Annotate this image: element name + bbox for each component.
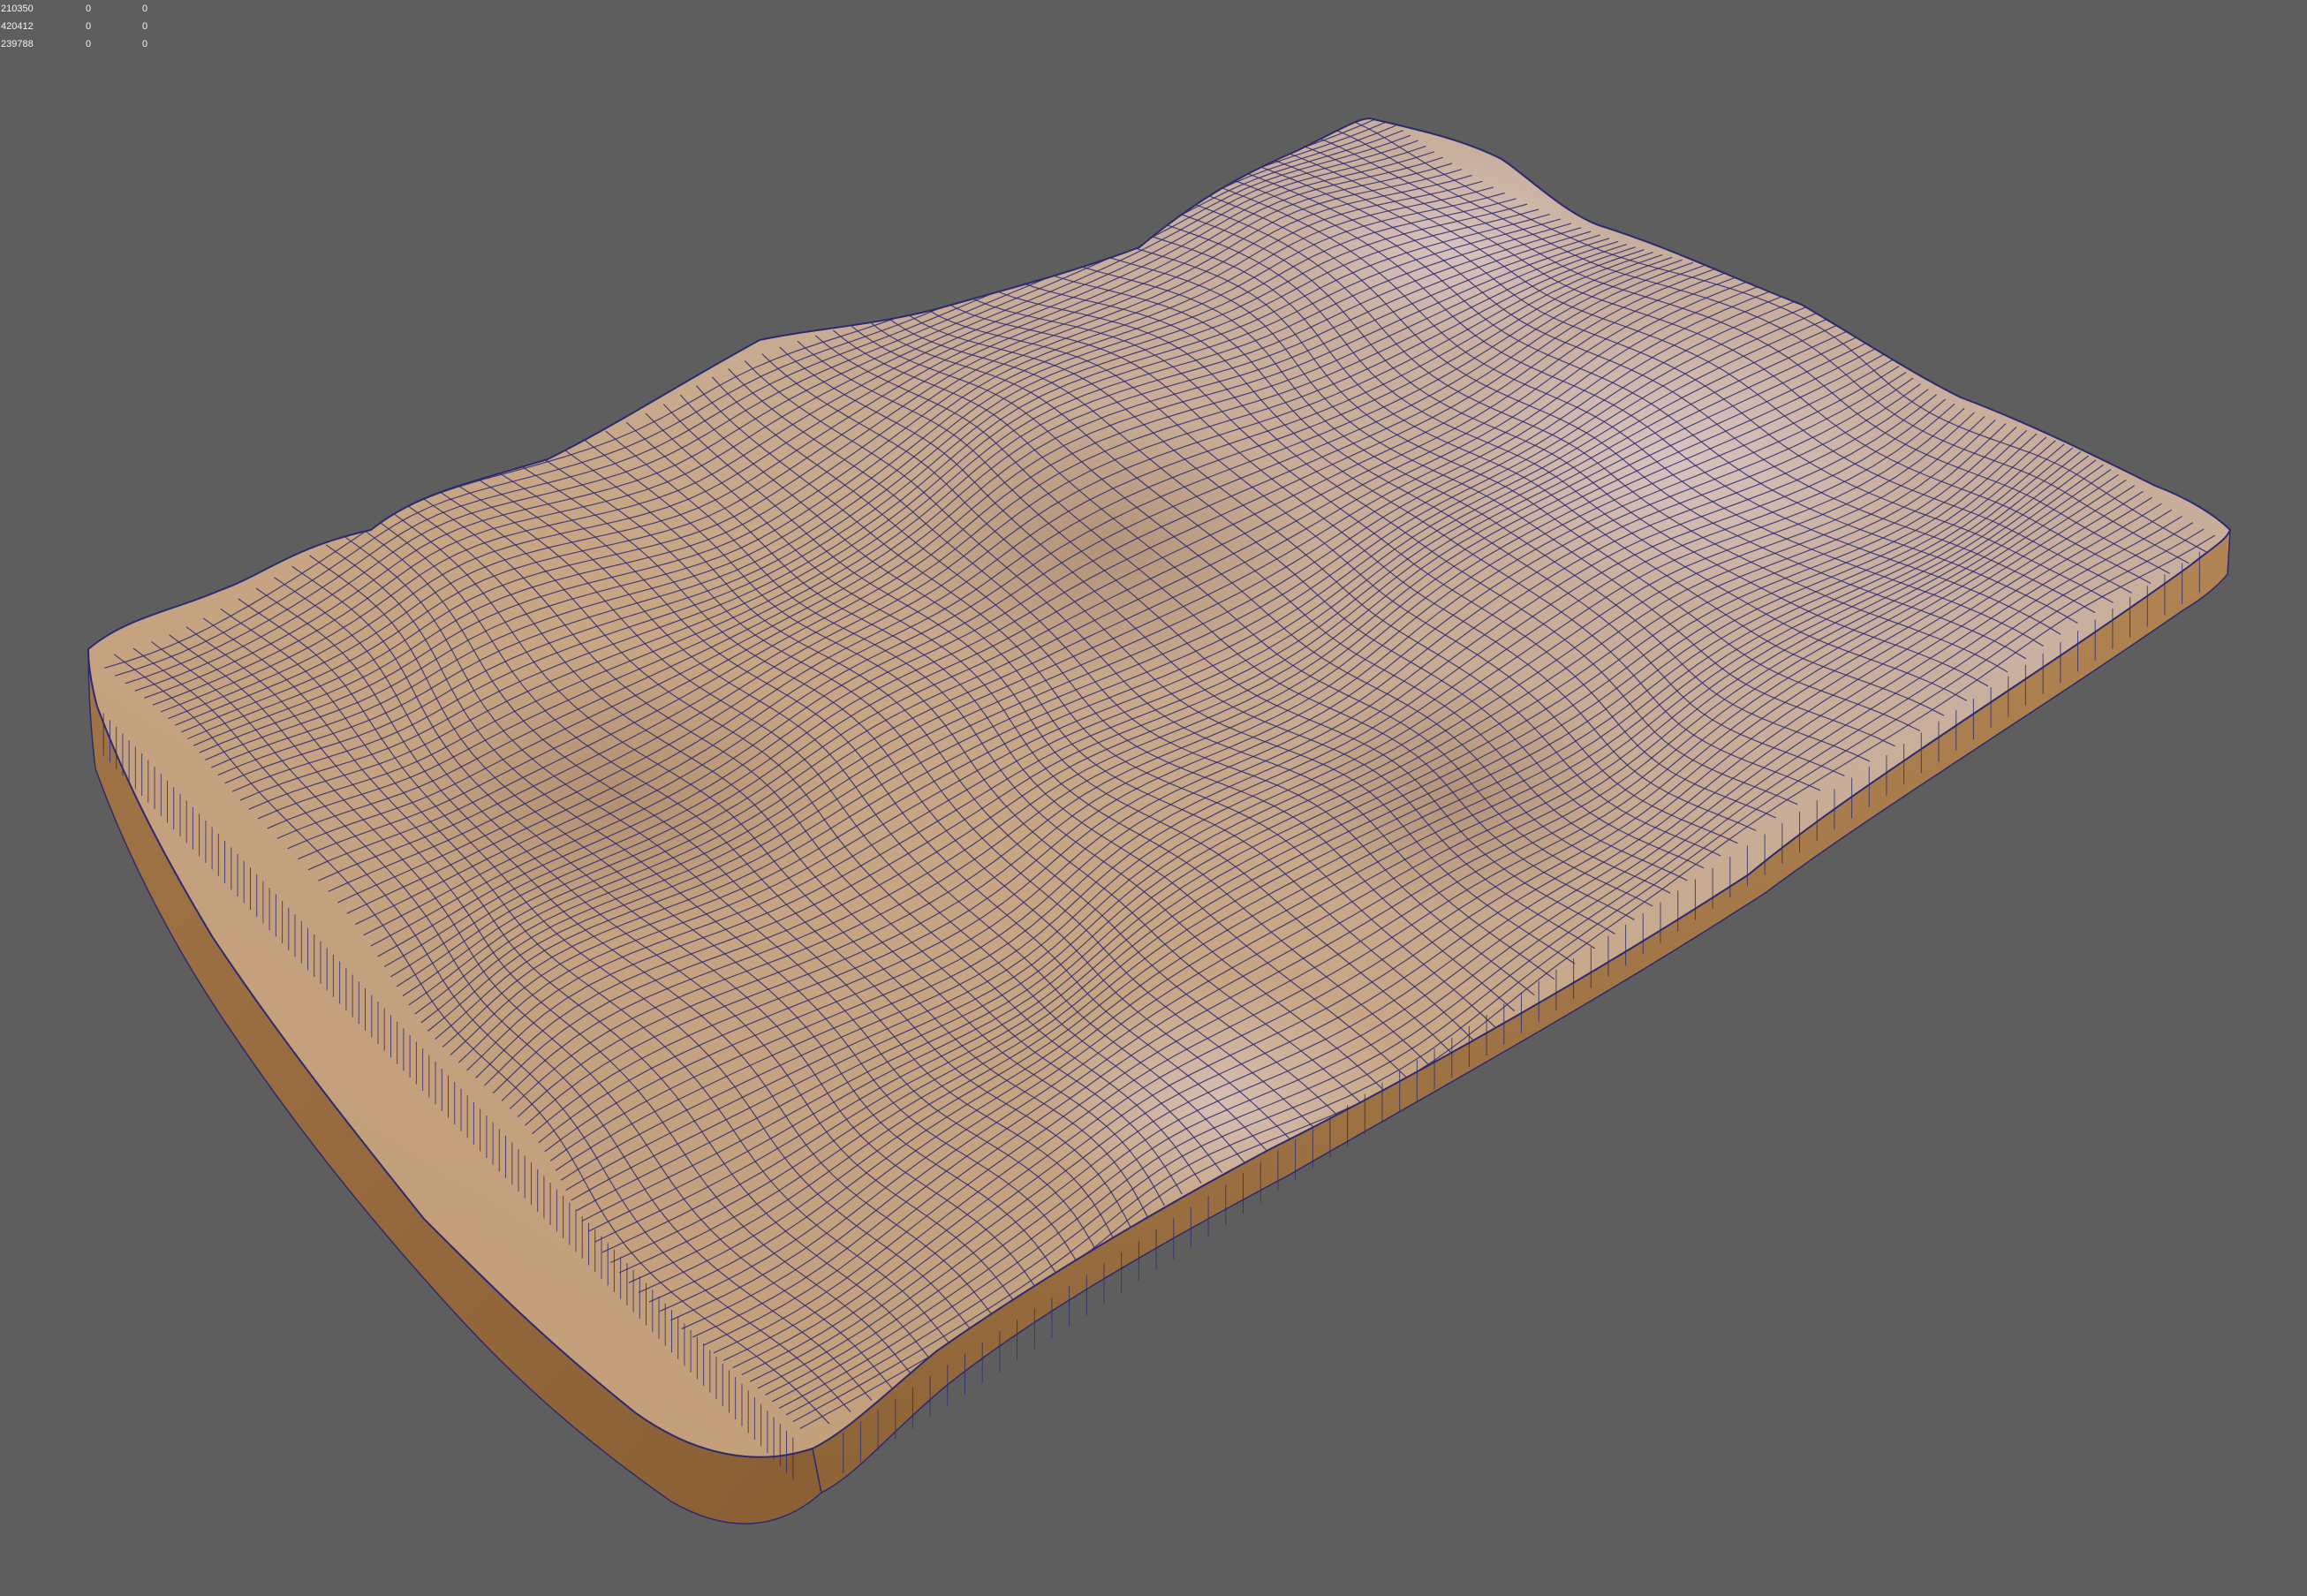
3d-viewport[interactable]: 210350 0 0 420412 0 0 239788 0 0: [0, 0, 2307, 1596]
terrain-mesh[interactable]: [0, 0, 2307, 1596]
